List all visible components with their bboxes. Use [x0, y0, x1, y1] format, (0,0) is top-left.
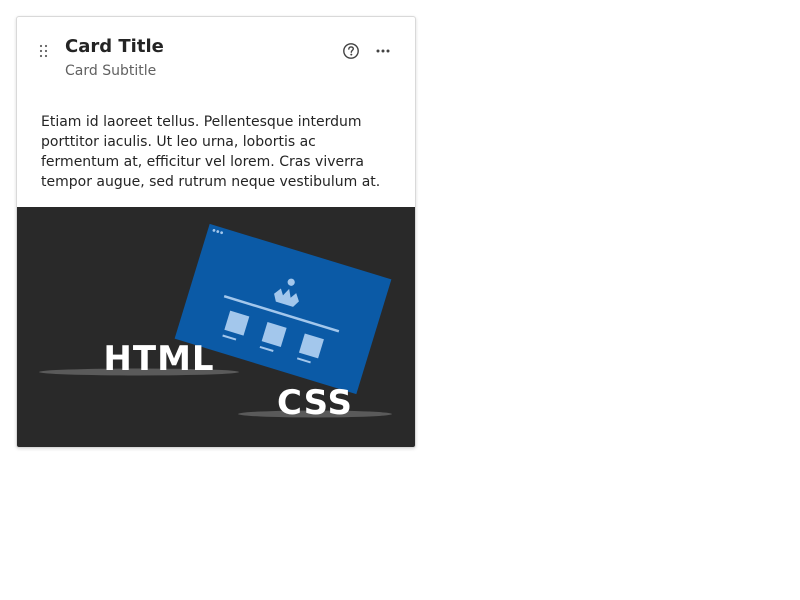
help-circle-icon [343, 43, 359, 59]
css-illustration-label: CSS [277, 383, 353, 423]
more-options-button[interactable] [371, 39, 395, 63]
card-body-text: Etiam id laoreet tellus. Pellentesque in… [41, 114, 381, 190]
card-preview-image: HTML CSS [17, 207, 415, 447]
html-illustration-label: HTML [103, 339, 214, 379]
card-header: Card Title Card Subtitle [17, 17, 415, 97]
card: Card Title Card Subtitle Etiam id laoree… [16, 16, 416, 448]
more-horizontal-icon [376, 49, 390, 53]
help-button[interactable] [339, 39, 363, 63]
drag-handle-icon[interactable] [39, 43, 49, 58]
card-title: Card Title [65, 36, 164, 57]
card-subtitle: Card Subtitle [65, 63, 157, 79]
